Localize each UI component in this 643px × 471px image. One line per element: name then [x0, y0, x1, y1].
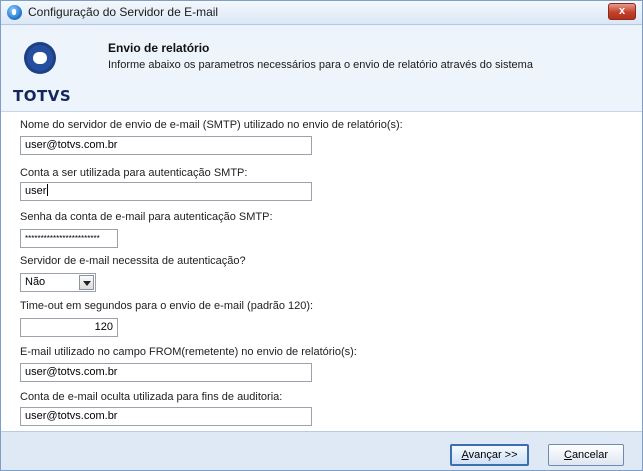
requires-auth-select[interactable]: Não	[20, 273, 96, 292]
close-button[interactable]: x	[608, 3, 636, 20]
cancel-button-mnemonic: C	[563, 449, 572, 461]
smtp-account-input[interactable]: user	[20, 182, 312, 201]
totvs-logo-mark	[24, 42, 56, 74]
smtp-server-input[interactable]: user@totvs.com.br	[20, 136, 312, 155]
header-panel: TOTVS Envio de relatório Informe abaixo …	[1, 26, 642, 111]
logo-text: TOTVS	[13, 87, 72, 105]
next-button-label: vançar >>	[468, 449, 518, 461]
smtp-password-label: Senha da conta de e-mail para autenticaç…	[20, 211, 273, 223]
audit-email-label: Conta de e-mail oculta utilizada para fi…	[20, 391, 283, 403]
smtp-account-value: user	[25, 185, 47, 197]
timeout-label: Time-out em segundos para o envio de e-m…	[20, 300, 314, 312]
chevron-down-icon[interactable]	[79, 275, 94, 290]
title-bar[interactable]: Configuração do Servidor de E-mail x	[1, 1, 642, 25]
totvs-logo: TOTVS	[13, 40, 73, 110]
cancel-button[interactable]: Cancelar	[548, 444, 624, 466]
requires-auth-value: Não	[25, 276, 46, 288]
header-description: Informe abaixo os parametros necessários…	[108, 59, 533, 71]
next-button-mnemonic: A	[461, 449, 469, 461]
smtp-account-label: Conta a ser utilizada para autenticação …	[20, 167, 248, 179]
smtp-password-input[interactable]: ************************	[20, 229, 118, 248]
audit-email-input[interactable]: user@totvs.com.br	[20, 407, 312, 426]
dialog-window: Configuração do Servidor de E-mail x TOT…	[0, 0, 643, 471]
header-title: Envio de relatório	[108, 41, 210, 55]
next-button[interactable]: Avançar >>	[450, 444, 529, 466]
timeout-input[interactable]: 120	[20, 318, 118, 337]
smtp-server-label: Nome do servidor de envio de e-mail (SMT…	[20, 119, 403, 131]
app-globe-icon	[7, 5, 22, 20]
form-body: Nome do servidor de envio de e-mail (SMT…	[1, 111, 642, 431]
from-email-input[interactable]: user@totvs.com.br	[20, 363, 312, 382]
from-email-label: E-mail utilizado no campo FROM(remetente…	[20, 346, 357, 358]
window-title: Configuração do Servidor de E-mail	[28, 5, 219, 19]
text-caret	[47, 184, 49, 196]
requires-auth-label: Servidor de e-mail necessita de autentic…	[20, 255, 246, 267]
cancel-button-label: ancelar	[571, 449, 609, 461]
button-bar: Avançar >> Cancelar	[1, 431, 642, 470]
